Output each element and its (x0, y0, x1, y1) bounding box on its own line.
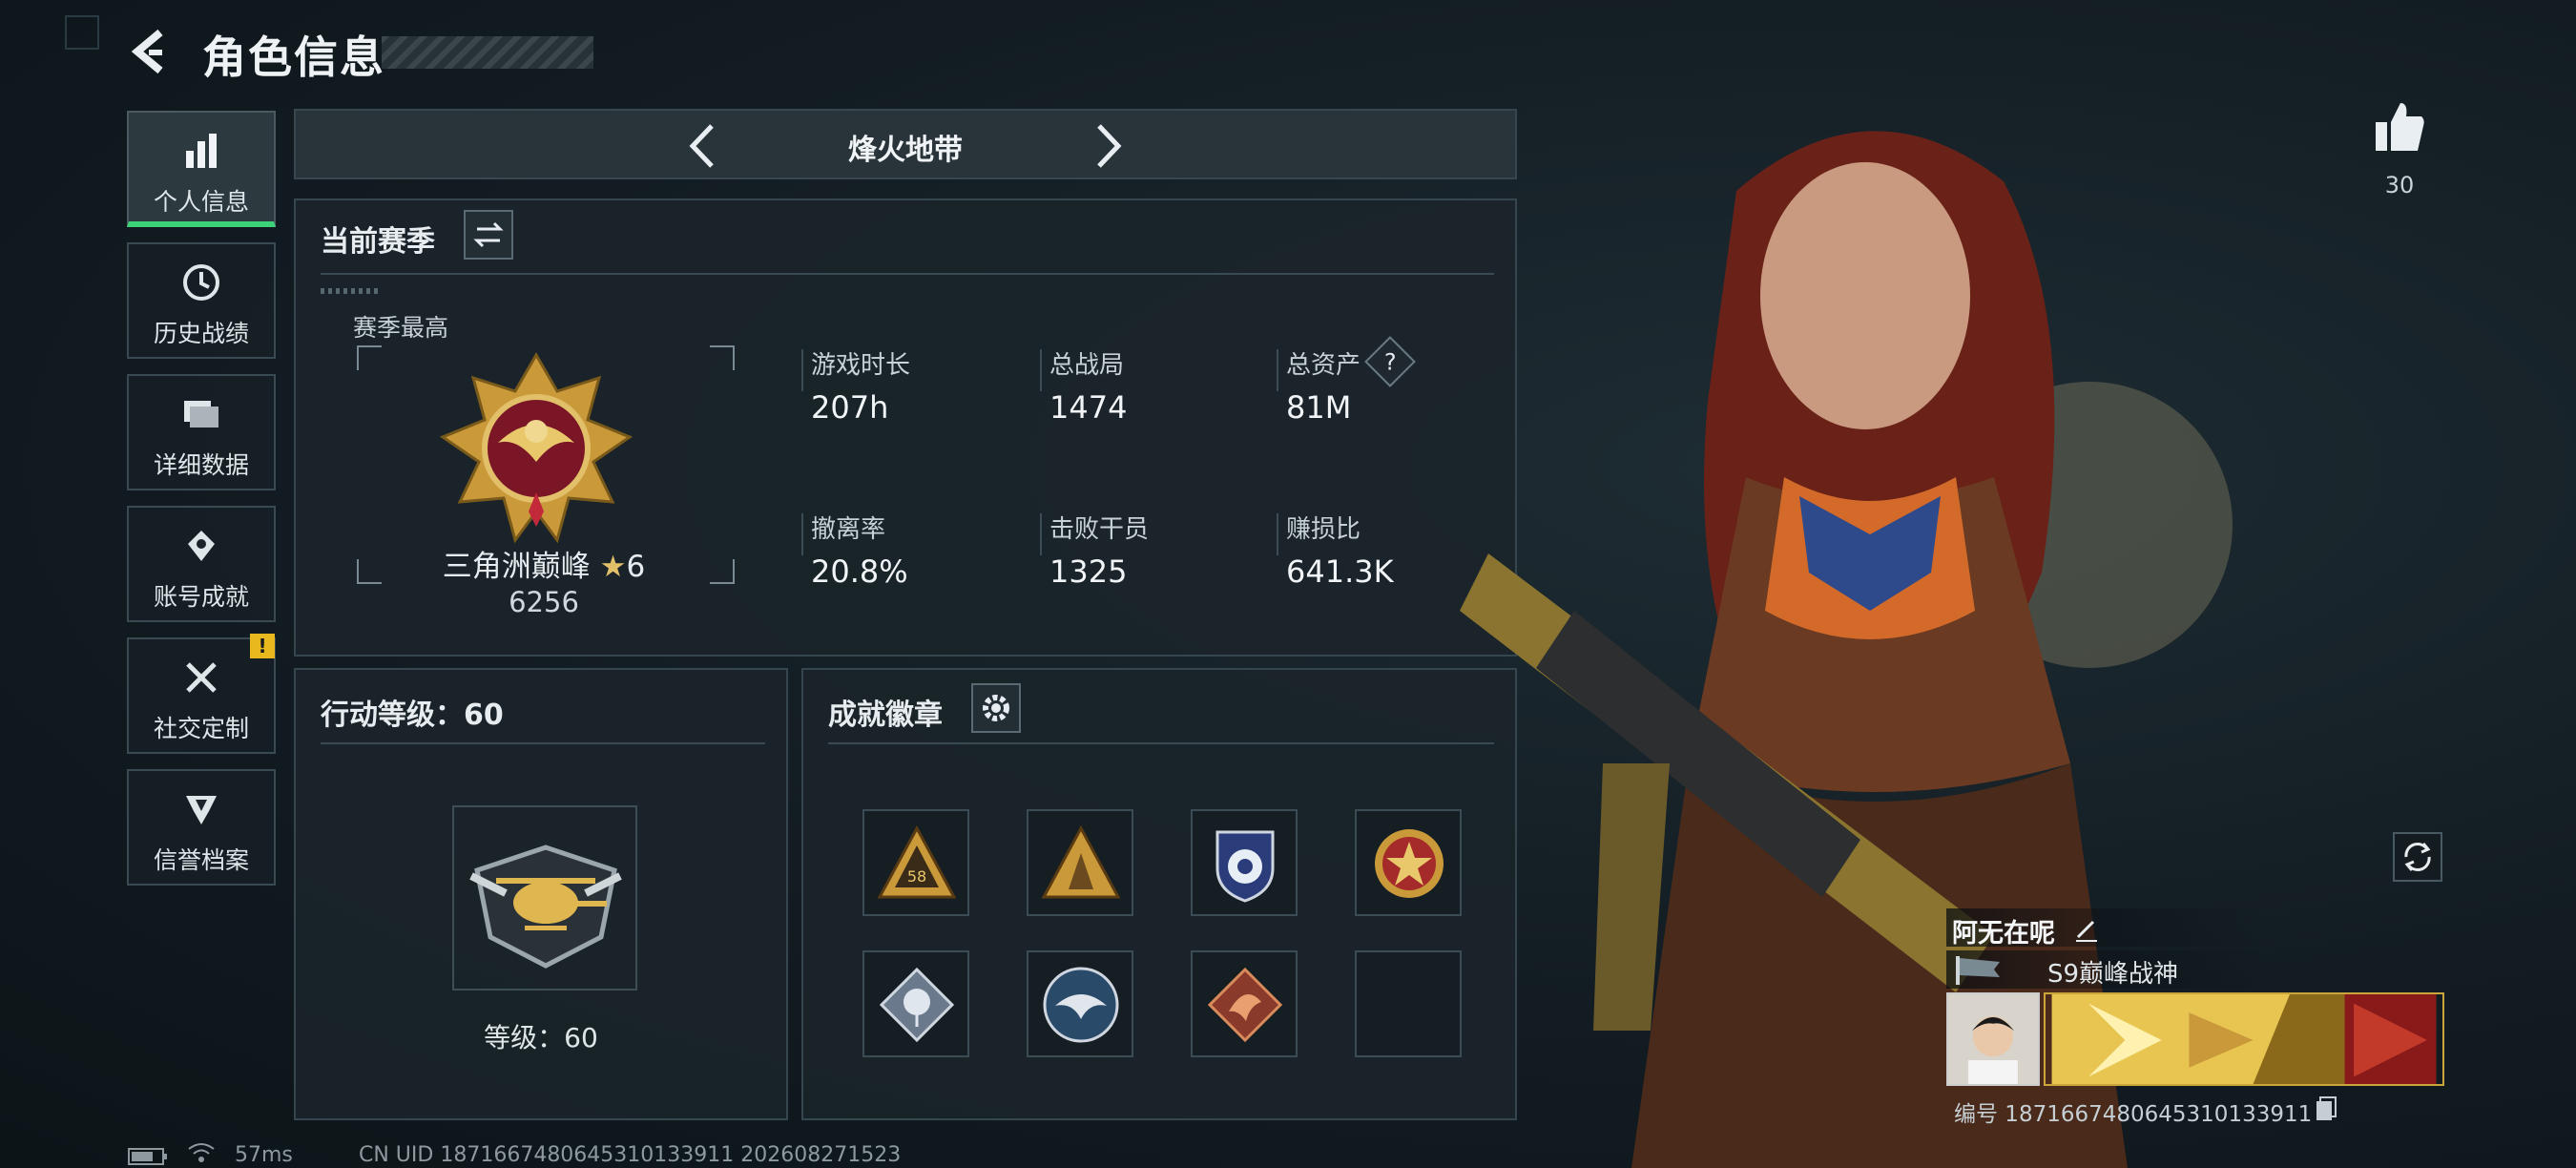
stat-label-profit-ratio: 赚损比 (1286, 515, 1361, 544)
sidebar-item-label: 信誉档案 (153, 846, 249, 874)
eagle-round-badge-icon (1043, 967, 1119, 1043)
stat-value-profit-ratio: 641.3K (1286, 553, 1394, 590)
ping-text: 57ms (235, 1143, 293, 1167)
stat-value-total-matches: 1474 (1049, 389, 1128, 426)
stat-label-operators-defeated: 击败干员 (1049, 515, 1150, 544)
helicopter-badge-icon[interactable] (458, 813, 634, 989)
tools-icon (186, 662, 217, 693)
rotate-view-button[interactable] (2393, 832, 2442, 882)
player-title: S9巅峰战神 (2047, 960, 2179, 989)
season-panel: 当前赛季 赛季最高 三角洲巅峰 ★6 6256 游戏时长 207h 总战局 14… (294, 198, 1517, 657)
divider (828, 742, 1494, 744)
thumbs-up-icon (2376, 103, 2424, 151)
achievement-badges-panel: 成就徽章 58 (801, 668, 1517, 1120)
stat-value-playtime: 207h (811, 389, 889, 426)
pyramid-badge-icon (1041, 824, 1121, 899)
badge-slot[interactable] (1355, 809, 1462, 916)
rank-score: 6256 (509, 586, 579, 618)
title-stripe (382, 36, 593, 69)
badges-settings-button[interactable] (971, 683, 1021, 733)
badge-slot[interactable] (1191, 809, 1298, 916)
badge-slot[interactable]: 58 (862, 809, 969, 916)
avatar[interactable] (1946, 992, 2040, 1086)
sidebar-item-label: 历史战绩 (153, 320, 249, 347)
stat-label-total-matches: 总战局 (1049, 351, 1125, 380)
mode-title: 烽火地带 (848, 134, 963, 167)
divider (321, 742, 765, 744)
back-button[interactable] (124, 25, 177, 78)
rank-name-row: 三角洲巅峰 ★6 (391, 542, 696, 585)
shield-badge-icon (186, 796, 217, 824)
copy-id-button[interactable] (2315, 1095, 2337, 1122)
star-icon: ★ (599, 550, 627, 584)
achievement-icon (188, 531, 215, 561)
action-level-panel: 行动等级：60 等级：60 (294, 668, 788, 1120)
police-shield-badge-icon (1215, 830, 1275, 903)
copy-icon (2316, 1096, 2337, 1120)
help-button[interactable]: ? (1364, 336, 1416, 387)
sidebar-item-history[interactable]: 历史战绩 (127, 242, 276, 359)
sidebar-item-detailed-data[interactable]: 详细数据 (127, 374, 276, 490)
bar-chart-icon (186, 134, 217, 168)
sidebar-item-account-achievements[interactable]: 账号成就 (127, 506, 276, 622)
stat-value-total-assets: 81M (1286, 389, 1352, 426)
stat-value-operators-defeated: 1325 (1049, 553, 1128, 590)
player-id: 编号 1871667480645310133911 (1954, 1102, 2313, 1127)
triangle-58-badge-icon: 58 (877, 824, 957, 899)
clock-icon (183, 264, 219, 301)
badge-slot-empty[interactable] (1355, 950, 1462, 1057)
sidebar-item-label: 社交定制 (153, 715, 249, 742)
stat-label-extraction-rate: 撤离率 (811, 515, 886, 544)
wifi-icon (188, 1143, 215, 1162)
badge-slot[interactable] (1191, 950, 1298, 1057)
chevron-right-icon (1097, 124, 1122, 168)
sidebar-item-label: 详细数据 (153, 451, 249, 479)
warning-badge: ! (250, 634, 275, 658)
mode-next-button[interactable] (1084, 120, 1132, 172)
svg-text:58: 58 (907, 867, 926, 886)
season-label: 当前赛季 (321, 225, 435, 259)
help-icon: ? (1383, 348, 1397, 375)
divider (321, 273, 1494, 275)
name-card-banner[interactable] (2044, 992, 2444, 1086)
badges-title: 成就徽章 (828, 699, 943, 732)
badge-slot[interactable] (862, 950, 969, 1057)
folder-icon (184, 401, 218, 428)
stat-label-total-assets: 总资产 (1286, 351, 1361, 380)
stat-value-extraction-rate: 20.8% (811, 553, 908, 590)
player-name: 阿无在呢 (1952, 919, 2055, 949)
battery-icon (128, 1148, 167, 1165)
level-title: 行动等级：60 (321, 699, 504, 732)
divider-dots (321, 288, 378, 294)
uid-text: CN UID 1871667480645310133911 2026082715… (359, 1143, 902, 1167)
star-medal-badge-icon (1375, 829, 1444, 898)
pencil-icon (2076, 920, 2097, 942)
sidebar-item-personal-info[interactable]: 个人信息 (127, 111, 276, 227)
badge-slot[interactable] (1027, 950, 1133, 1057)
sidebar-item-label: 账号成就 (153, 583, 249, 611)
refresh-icon (2404, 843, 2431, 871)
flag-icon (1956, 956, 2000, 985)
season-best-label: 赛季最高 (353, 314, 449, 342)
rose-diamond-badge-icon (879, 967, 955, 1043)
rank-emblem-icon (439, 352, 634, 544)
gear-icon (983, 695, 1009, 721)
swap-icon (473, 221, 504, 248)
sidebar-item-credit-record[interactable]: 信誉档案 (127, 769, 276, 886)
stat-label-playtime: 游戏时长 (811, 351, 911, 380)
like-button[interactable] (2372, 99, 2427, 155)
rank-name: 三角洲巅峰 (442, 550, 591, 584)
dragon-diamond-badge-icon (1207, 967, 1283, 1043)
level-text: 等级：60 (484, 1022, 598, 1053)
page-title: 角色信息 (202, 31, 385, 83)
rank-stars: 6 (626, 550, 646, 584)
sidebar-item-label: 个人信息 (153, 188, 249, 216)
edit-name-button[interactable] (2072, 914, 2101, 943)
badge-slot[interactable] (1027, 809, 1133, 916)
season-switch-button[interactable] (464, 210, 513, 260)
like-count: 30 (2384, 172, 2415, 198)
corner-mark (65, 15, 99, 50)
back-arrow-icon (131, 29, 163, 74)
mode-selector: 烽火地带 (294, 109, 1517, 179)
